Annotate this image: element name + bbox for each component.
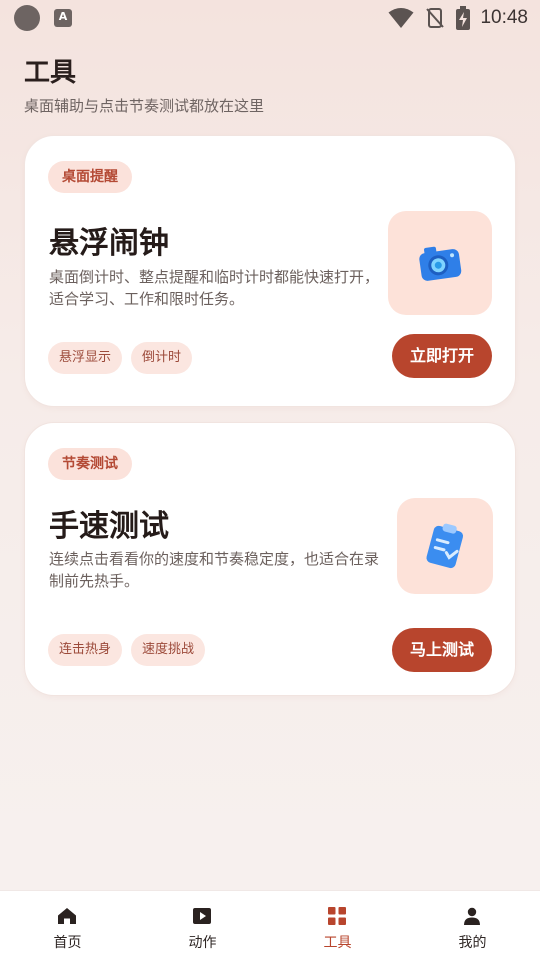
status-bar: A 10:48 [0,0,540,36]
nav-label: 我的 [458,935,487,951]
page-subtitle: 桌面辅助与点击节奏测试都放在这里 [24,97,265,115]
test-now-button[interactable]: 马上测试 [392,628,492,672]
tag-chip: 倒计时 [131,342,193,374]
grid-icon [328,907,346,925]
app-notification-icon: A [54,9,72,27]
camera-tile [388,211,492,315]
card-description: 桌面倒计时、整点提醒和临时计时都能快速打开，适合学习、工作和限时任务。 [49,268,380,308]
card-badge: 桌面提醒 [48,161,132,193]
tag-chip: 连击热身 [48,634,123,666]
no-signal-icon [426,8,445,28]
card-title: 悬浮闹钟 [49,226,169,261]
notification-dot-icon [14,5,40,31]
nav-label: 首页 [53,935,82,951]
home-icon [58,908,76,924]
tap-speed-test-card[interactable]: 节奏测试 手速测试 连续点击看看你的速度和节奏稳定度，也适合在录制前先热手。 连… [24,422,516,696]
card-badge: 节奏测试 [48,448,132,480]
clipboard-icon [426,523,464,569]
nav-label: 动作 [188,935,217,951]
clipboard-tile [397,498,493,594]
nav-item-tools[interactable]: 工具 [270,891,405,960]
floating-alarm-card[interactable]: 桌面提醒 悬浮闹钟 桌面倒计时、整点提醒和临时计时都能快速打开，适合学习、工作和… [24,135,516,407]
page-title: 工具 [24,58,77,88]
bottom-nav: 首页 动作 工具 我的 [0,890,540,960]
open-now-button[interactable]: 立即打开 [392,334,492,378]
nav-item-mine[interactable]: 我的 [405,891,540,960]
tag-chip: 悬浮显示 [48,342,123,374]
card-description: 连续点击看看你的速度和节奏稳定度，也适合在录制前先热手。 [49,550,380,590]
card-title: 手速测试 [49,509,169,544]
wifi-icon [388,8,414,28]
tag-chip: 速度挑战 [131,634,206,666]
status-icons: 10:48 [388,4,528,32]
battery-charging-icon [456,6,471,30]
nav-item-home[interactable]: 首页 [0,891,135,960]
clock: 10:48 [480,7,528,28]
play-icon [193,908,211,924]
nav-item-actions[interactable]: 动作 [135,891,270,960]
person-icon [464,907,480,925]
nav-label: 工具 [323,935,352,951]
camera-icon [419,246,462,281]
